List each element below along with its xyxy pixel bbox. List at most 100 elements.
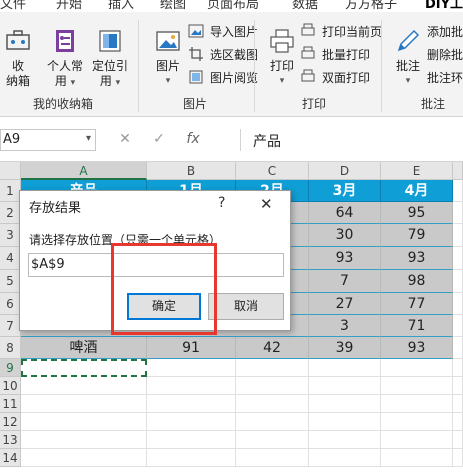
empty-cell[interactable]	[453, 449, 463, 467]
chevron-down-icon[interactable]: ▾	[86, 133, 91, 144]
selected-cell-a9[interactable]	[21, 359, 147, 377]
fx-icon[interactable]: fx	[176, 131, 210, 147]
duplex-print-button[interactable]: 双面打印	[300, 67, 370, 87]
cell-d3[interactable]: 30	[309, 224, 381, 247]
empty-cell[interactable]	[236, 377, 309, 395]
comment-format-button[interactable]: 批注环	[427, 67, 463, 87]
empty-cell[interactable]	[381, 431, 453, 449]
cell-e1[interactable]: 4月	[381, 180, 453, 202]
import-image-button[interactable]: 导入图片	[188, 21, 258, 41]
tab-draw[interactable]: 绘图	[160, 0, 186, 12]
empty-cell[interactable]	[147, 431, 236, 449]
formula-input[interactable]: 产品	[240, 129, 463, 151]
empty-cell[interactable]	[453, 315, 463, 337]
empty-cell[interactable]	[453, 247, 463, 270]
cancel-icon[interactable]: ✕	[108, 131, 142, 147]
cell-d4[interactable]: 93	[309, 247, 381, 270]
empty-cell[interactable]	[309, 413, 381, 431]
cell-e4[interactable]: 93	[381, 247, 453, 270]
empty-cell[interactable]	[309, 449, 381, 467]
cancel-button[interactable]: 取消	[208, 293, 284, 320]
empty-cell[interactable]	[236, 359, 309, 377]
row-header[interactable]: 6	[0, 293, 21, 315]
empty-cell[interactable]	[453, 377, 463, 395]
empty-cell[interactable]	[381, 395, 453, 413]
empty-cell[interactable]	[453, 359, 463, 377]
tab-file[interactable]: 文件	[0, 0, 26, 12]
column-header-a[interactable]: A	[21, 162, 147, 180]
locate-reference-button[interactable]: 定位引 用 ▾	[89, 26, 131, 91]
empty-cell[interactable]	[236, 413, 309, 431]
empty-cell[interactable]	[453, 431, 463, 449]
empty-cell[interactable]	[147, 377, 236, 395]
empty-cell[interactable]	[147, 449, 236, 467]
tab-home[interactable]: 开始	[56, 0, 82, 12]
empty-cell[interactable]	[453, 413, 463, 431]
column-header-f[interactable]	[453, 162, 463, 180]
row-header[interactable]: 3	[0, 224, 21, 247]
row-header[interactable]: 2	[0, 202, 21, 224]
cell-d1[interactable]: 3月	[309, 180, 381, 202]
empty-cell[interactable]	[381, 359, 453, 377]
name-box[interactable]: A9 ▾	[0, 129, 96, 151]
empty-cell[interactable]	[236, 395, 309, 413]
column-header-b[interactable]: B	[147, 162, 236, 180]
row-header[interactable]: 13	[0, 431, 21, 449]
empty-cell[interactable]	[453, 293, 463, 315]
image-button[interactable]: 图片 ▾	[150, 26, 186, 89]
empty-cell[interactable]	[309, 359, 381, 377]
tab-page-layout[interactable]: 页面布局	[207, 0, 259, 12]
cell-d7[interactable]: 3	[309, 315, 381, 337]
row-header[interactable]: 4	[0, 247, 21, 270]
cell-e8[interactable]: 93	[381, 337, 453, 359]
empty-cell[interactable]	[147, 359, 236, 377]
empty-cell[interactable]	[381, 413, 453, 431]
cell-e5[interactable]: 98	[381, 270, 453, 293]
tab-data[interactable]: 数据	[292, 0, 318, 12]
row-header[interactable]: 14	[0, 449, 21, 467]
empty-cell[interactable]	[21, 377, 147, 395]
empty-cell[interactable]	[147, 413, 236, 431]
cell-e6[interactable]: 77	[381, 293, 453, 315]
print-button[interactable]: 打印 ▾	[264, 26, 300, 89]
batch-print-button[interactable]: 批量打印	[300, 44, 370, 64]
empty-cell[interactable]	[309, 395, 381, 413]
select-all-corner[interactable]	[0, 162, 21, 180]
cell-e7[interactable]: 71	[381, 315, 453, 337]
column-header-e[interactable]: E	[381, 162, 453, 180]
cell-d5[interactable]: 7	[309, 270, 381, 293]
ok-button[interactable]: 确定	[127, 293, 201, 320]
confirm-icon[interactable]: ✓	[142, 131, 176, 147]
image-view-button[interactable]: 图片阅览	[188, 67, 258, 87]
add-comment-button[interactable]: 添加批	[427, 21, 463, 41]
empty-cell[interactable]	[147, 395, 236, 413]
cell-e2[interactable]: 95	[381, 202, 453, 224]
column-header-c[interactable]: C	[236, 162, 309, 180]
delete-comment-button[interactable]: 删除批	[427, 44, 463, 64]
row-header[interactable]: 9	[0, 359, 21, 377]
empty-cell[interactable]	[381, 449, 453, 467]
empty-cell[interactable]	[21, 395, 147, 413]
cell-c8[interactable]: 42	[236, 337, 309, 359]
empty-cell[interactable]	[21, 449, 147, 467]
column-header-d[interactable]: D	[309, 162, 381, 180]
cell-e3[interactable]: 79	[381, 224, 453, 247]
empty-cell[interactable]	[21, 431, 147, 449]
empty-cell[interactable]	[453, 270, 463, 293]
empty-cell[interactable]	[236, 431, 309, 449]
tab-diy-toolbox[interactable]: DIY工具箱	[425, 0, 463, 16]
cell-d2[interactable]: 64	[309, 202, 381, 224]
cell-d8[interactable]: 39	[309, 337, 381, 359]
cell-a8[interactable]: 啤酒	[21, 337, 147, 359]
row-header[interactable]: 8	[0, 337, 21, 359]
crop-region-button[interactable]: 选区截图	[188, 44, 258, 64]
location-input[interactable]: $A$9	[28, 253, 284, 277]
row-header[interactable]: 5	[0, 270, 21, 293]
tab-insert[interactable]: 插入	[108, 0, 134, 12]
empty-cell[interactable]	[236, 449, 309, 467]
empty-cell[interactable]	[309, 377, 381, 395]
help-icon[interactable]: ?	[218, 195, 225, 211]
cell-d6[interactable]: 27	[309, 293, 381, 315]
empty-cell[interactable]	[453, 224, 463, 247]
comment-button[interactable]: 批注 ▾	[390, 26, 426, 89]
